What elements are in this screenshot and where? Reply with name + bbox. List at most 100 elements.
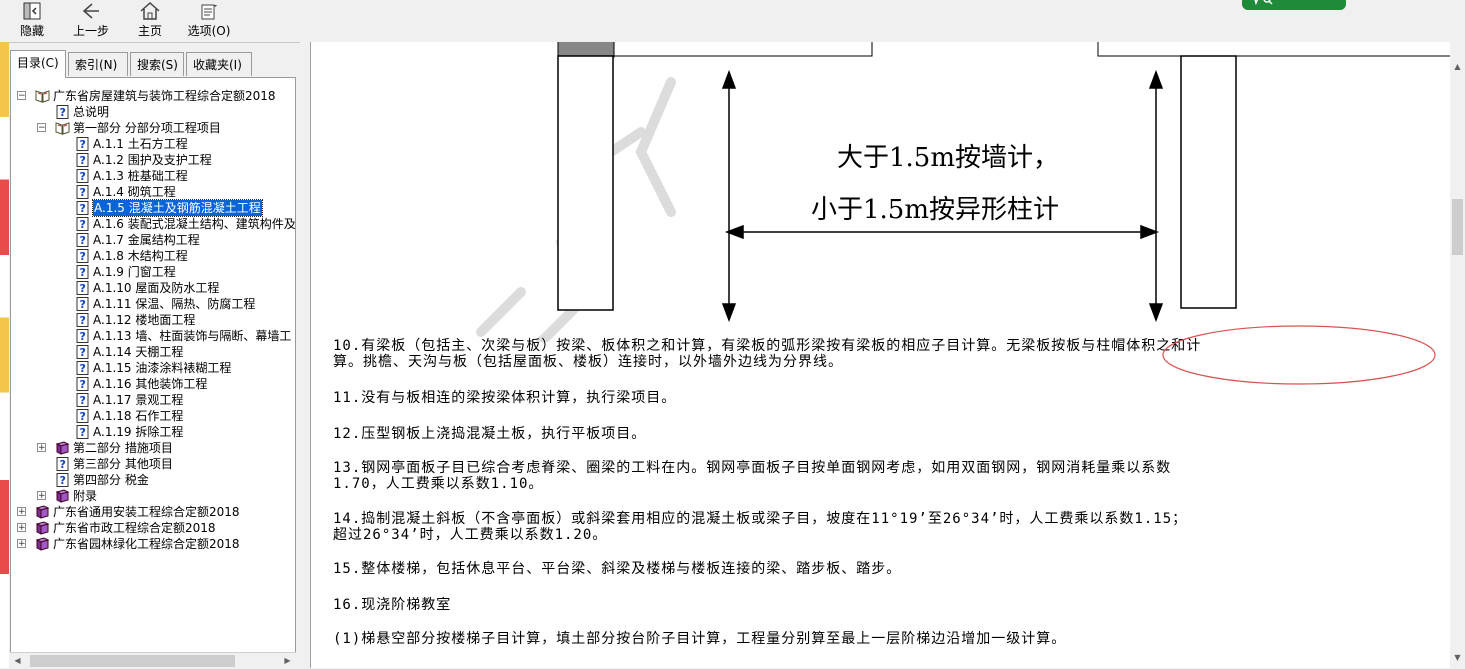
tree-node[interactable]: ? A.1.9 门窗工程 (11, 264, 295, 280)
tree-node[interactable]: ? A.1.14 天棚工程 (11, 344, 295, 360)
hide-button[interactable]: 隐藏 (14, 0, 50, 40)
svg-text:?: ? (80, 266, 86, 279)
help-page-icon: ? (75, 345, 90, 359)
back-button[interactable]: 上一步 (70, 0, 112, 40)
scroll-up-icon[interactable]: ▲ (1453, 62, 1462, 71)
column-left (557, 55, 614, 311)
column-right (1180, 55, 1237, 309)
search-icon (1254, 0, 1273, 6)
tree-node-label: A.1.7 金属结构工程 (93, 233, 200, 247)
tree-node[interactable]: ? A.1.5 混凝土及钢筋混凝土工程 (11, 199, 295, 217)
expand-icon[interactable]: + (37, 491, 46, 501)
expand-icon[interactable]: + (17, 523, 26, 533)
tree-node[interactable]: ? A.1.8 木结构工程 (11, 248, 295, 264)
tree-node[interactable]: ? A.1.12 楼地面工程 (11, 312, 295, 328)
tree-node[interactable]: + 广东省市政工程综合定额2018 (11, 520, 295, 536)
tab-contents[interactable]: 目录(C) (10, 50, 66, 78)
tree-node[interactable]: ? A.1.15 油漆涂料裱糊工程 (11, 360, 295, 376)
options-icon (201, 4, 217, 20)
svg-text:?: ? (80, 250, 86, 263)
help-page-icon: ? (75, 249, 90, 263)
tree-node[interactable]: ? A.1.3 桩基础工程 (11, 168, 295, 184)
tree-node[interactable]: ? A.1.1 土石方工程 (11, 136, 295, 152)
tree-horizontal-scrollbar[interactable]: ◀ ▶ (10, 652, 296, 669)
help-page-icon: ? (55, 473, 70, 487)
expand-icon[interactable]: + (37, 443, 46, 453)
tree-node[interactable]: ? A.1.6 装配式混凝土结构、建筑构件及 (11, 216, 295, 232)
book-closed-icon (55, 441, 70, 455)
tree-node[interactable]: ? 总说明 (11, 104, 295, 120)
scroll-left-icon[interactable]: ◀ (13, 656, 22, 665)
tree-node[interactable]: ? A.1.19 拆除工程 (11, 424, 295, 440)
tree-node-label: 第一部分 分部分项工程项目 (73, 121, 221, 135)
svg-text:?: ? (80, 298, 86, 311)
tree-node[interactable]: + 第二部分 措施项目 (11, 440, 295, 456)
tab-favorites[interactable]: 收藏夹(I) (186, 52, 252, 76)
svg-text:?: ? (80, 282, 86, 295)
home-button[interactable]: 主页 (134, 0, 166, 40)
expand-icon[interactable]: + (17, 507, 26, 517)
svg-text:?: ? (80, 378, 86, 391)
svg-text:?: ? (60, 474, 66, 487)
expand-icon[interactable]: + (17, 539, 26, 549)
tree-node-label: A.1.16 其他装饰工程 (93, 377, 208, 391)
tree-node-label: 第四部分 税金 (73, 473, 149, 487)
tree-node[interactable]: ? A.1.7 金属结构工程 (11, 232, 295, 248)
tree-node[interactable]: ? 第四部分 税金 (11, 472, 295, 488)
paragraph-line: 超过26°34’时，人工费乘以系数1.20。 (333, 527, 608, 543)
tree-node[interactable]: + 广东省园林绿化工程综合定额2018 (11, 536, 295, 552)
tree-node[interactable]: ? A.1.11 保温、隔热、防腐工程 (11, 296, 295, 312)
tree-node[interactable]: + 附录 (11, 488, 295, 504)
svg-text:?: ? (80, 394, 86, 407)
scroll-right-icon[interactable]: ▶ (283, 656, 292, 665)
tree-node[interactable]: ? A.1.13 墙、柱面装饰与隔断、幕墙工 (11, 328, 295, 344)
pane-splitter[interactable] (300, 42, 310, 668)
svg-text:?: ? (80, 186, 86, 199)
svg-text:?: ? (80, 202, 86, 215)
tree-node[interactable]: ? A.1.16 其他装饰工程 (11, 376, 295, 392)
tree-node[interactable]: ? A.1.10 屋面及防水工程 (11, 280, 295, 296)
tree-node-label: A.1.4 砌筑工程 (93, 185, 176, 199)
scroll-down-icon[interactable]: ▼ (1453, 653, 1462, 662)
brand-logo (1242, 0, 1346, 10)
svg-text:?: ? (60, 106, 66, 119)
help-page-icon: ? (75, 137, 90, 151)
content-vertical-scrollbar[interactable]: ▲ ▼ (1450, 42, 1465, 668)
options-button[interactable]: 选项(O) (186, 0, 232, 40)
tree-node-label: A.1.14 天棚工程 (93, 345, 184, 359)
tree-node[interactable]: + 广东省通用安装工程综合定额2018 (11, 504, 295, 520)
tree-node[interactable]: ? A.1.2 围护及支护工程 (11, 152, 295, 168)
book-open-icon (35, 89, 50, 103)
tree-scroll-thumb[interactable] (30, 655, 235, 667)
tree-node-label: A.1.3 桩基础工程 (93, 169, 188, 183)
help-page-icon: ? (55, 457, 70, 471)
tree-node[interactable]: ? A.1.17 景观工程 (11, 392, 295, 408)
back-label: 上一步 (72, 24, 109, 38)
tree-node-label: A.1.15 油漆涂料裱糊工程 (93, 361, 232, 375)
back-arrow-icon (82, 3, 99, 19)
tree-node[interactable]: − 广东省房屋建筑与装饰工程综合定额2018 (11, 88, 295, 104)
book-closed-icon (35, 521, 50, 535)
svg-text:?: ? (60, 458, 66, 471)
help-page-icon: ? (55, 105, 70, 119)
help-page-icon: ? (75, 201, 90, 215)
tree-node-label: 附录 (73, 489, 98, 503)
tree-node-label: A.1.17 景观工程 (93, 393, 184, 407)
help-page-icon: ? (75, 297, 90, 311)
content-scroll-thumb[interactable] (1452, 199, 1463, 255)
collapse-icon[interactable]: − (17, 91, 26, 101)
tab-search[interactable]: 搜索(S) (130, 52, 184, 76)
tree-node[interactable]: ? 第三部分 其他项目 (11, 456, 295, 472)
tree-node[interactable]: ? A.1.4 砌筑工程 (11, 184, 295, 200)
paragraph-line: (1)梯悬空部分按楼梯子目计算，填土部分按台阶子目计算，工程量分别算至最上一层阶… (333, 631, 1067, 647)
help-page-icon: ? (75, 281, 90, 295)
svg-text:?: ? (80, 154, 86, 167)
home-icon (140, 1, 160, 20)
tree-node[interactable]: − 第一部分 分部分项工程项目 (11, 120, 295, 136)
help-page-icon: ? (75, 329, 90, 343)
paragraph-line: 13.钢网亭面板子目已综合考虑脊梁、圈梁的工料在内。钢网亭面板子目按单面钢网考虑… (333, 460, 1172, 476)
tab-index[interactable]: 索引(N) (68, 52, 128, 76)
tree-node[interactable]: ? A.1.18 石作工程 (11, 408, 295, 424)
collapse-icon[interactable]: − (37, 123, 46, 133)
tree-node-label: 第二部分 措施项目 (73, 441, 173, 455)
